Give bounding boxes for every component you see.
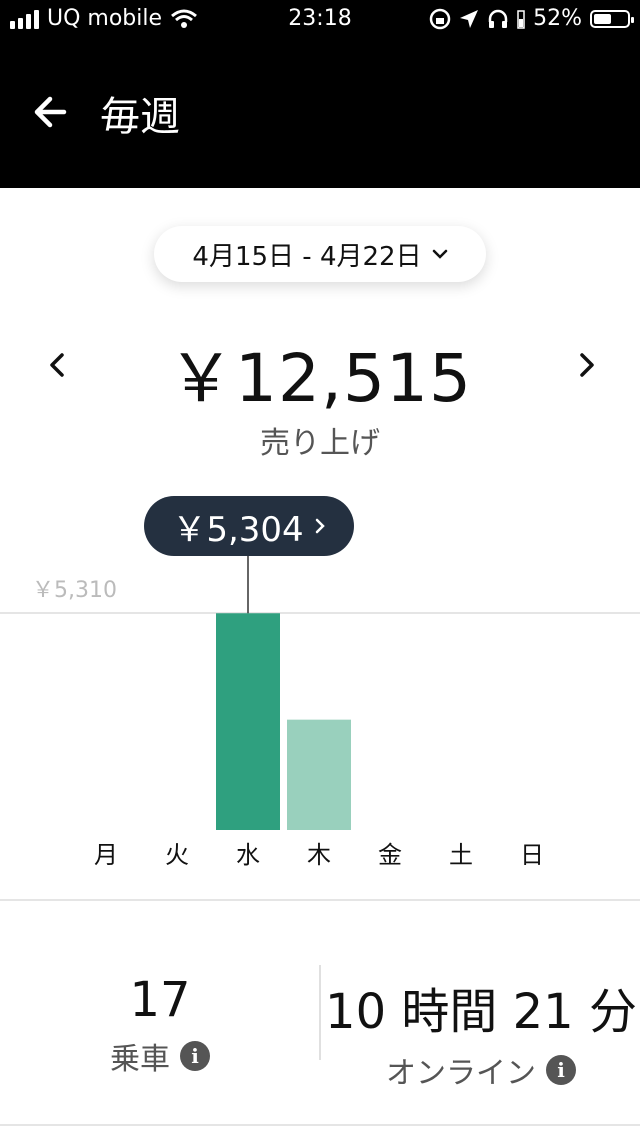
- back-arrow-icon[interactable]: [28, 88, 76, 136]
- info-icon[interactable]: i: [180, 1041, 210, 1071]
- rotation-lock-icon: [429, 8, 451, 29]
- chart-bar[interactable]: [216, 613, 280, 830]
- chart-bar[interactable]: [287, 719, 351, 830]
- online-time: 10 時間 21 分: [325, 984, 637, 1040]
- trips-count: 17: [129, 972, 191, 1028]
- divider: [0, 1124, 640, 1126]
- chart-x-tick-label: 木: [307, 841, 331, 869]
- chart-x-tick-label: 土: [449, 841, 473, 869]
- battery-percent: 52%: [533, 6, 582, 31]
- date-range-selector[interactable]: 4月15日 - 4月22日: [154, 226, 486, 282]
- trips-stat: 17 乗車 i: [60, 972, 260, 1078]
- chart-x-tick-label: 金: [378, 841, 402, 869]
- status-bar: UQ mobile 23:18 52%: [0, 0, 640, 40]
- chart-x-tick-label: 日: [520, 841, 544, 869]
- date-range-label: 4月15日 - 4月22日: [192, 241, 422, 272]
- tooltip-value: ￥5,304: [172, 509, 304, 550]
- earnings-label: 売り上げ: [260, 426, 380, 461]
- info-icon[interactable]: i: [546, 1055, 576, 1085]
- trips-label: 乗車: [110, 1042, 170, 1077]
- online-stat: 10 時間 21 分 オンライン i: [322, 972, 640, 1092]
- earnings-total: ￥12,515: [168, 340, 472, 417]
- weekly-bar-chart: 月火水木金土日: [94, 556, 544, 869]
- chevron-right-icon[interactable]: [566, 345, 606, 385]
- page-title: 毎週: [100, 94, 180, 140]
- divider: [0, 899, 640, 901]
- chart-x-tick-label: 月: [94, 841, 118, 869]
- online-label: オンライン: [386, 1056, 536, 1091]
- headphones-icon: [488, 9, 508, 28]
- chart-x-tick-label: 火: [165, 841, 189, 869]
- location-arrow-icon: [460, 9, 479, 28]
- battery-small-icon: [517, 9, 525, 29]
- nav-bar: 毎週: [0, 40, 640, 188]
- battery-icon: [590, 9, 634, 28]
- chevron-down-icon: [432, 249, 447, 259]
- chart-x-tick-label: 水: [236, 841, 260, 869]
- selected-bar-tooltip[interactable]: ￥5,304: [144, 496, 354, 556]
- stats-divider: [319, 965, 321, 1060]
- chevron-right-icon: [315, 518, 325, 534]
